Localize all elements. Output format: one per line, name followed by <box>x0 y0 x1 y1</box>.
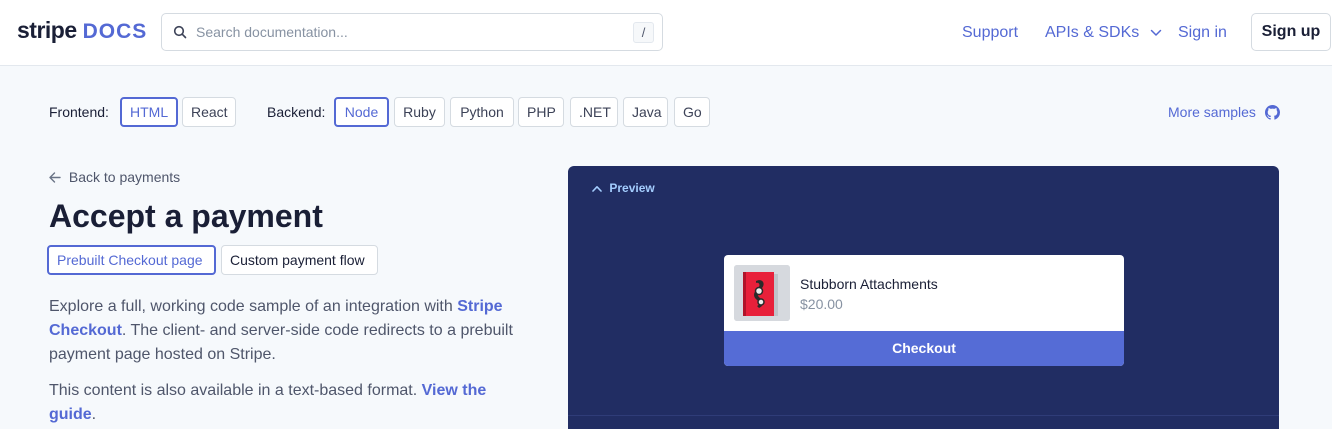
search-shortcut-key: / <box>633 22 654 43</box>
frontend-label: Frontend: <box>49 104 109 120</box>
nav-apis-dropdown[interactable]: APIs & SDKs <box>1045 23 1162 43</box>
text-format-paragraph: This content is also available in a text… <box>49 379 519 427</box>
backend-option-dotnet[interactable]: .NET <box>570 97 618 127</box>
frontend-option-html[interactable]: HTML <box>120 97 178 127</box>
backend-option-python[interactable]: Python <box>450 97 514 127</box>
logo-stripe-text: stripe <box>17 17 77 43</box>
text-format-text-2: . <box>91 406 97 423</box>
backend-label: Backend: <box>267 104 326 120</box>
back-link-label: Back to payments <box>68 169 181 185</box>
github-icon <box>1264 105 1280 120</box>
backend-option-ruby[interactable]: Ruby <box>394 97 445 127</box>
chevron-down-icon <box>1150 29 1161 36</box>
backend-option-go[interactable]: Go <box>674 97 710 127</box>
intro-paragraph: Explore a full, working code sample of a… <box>49 295 519 367</box>
tab-custom-payment-flow[interactable]: Custom payment flow <box>221 245 378 275</box>
top-header: stripe DOCS / Support APIs & SDKs Sign i… <box>0 0 1332 66</box>
preview-panel: Preview Stubborn Attachments $20.00 Chec… <box>568 166 1279 429</box>
stripe-docs-logo[interactable]: stripe DOCS <box>17 17 147 47</box>
search-box[interactable]: / <box>161 13 663 51</box>
product-image <box>734 265 790 321</box>
backend-option-php[interactable]: PHP <box>518 97 564 127</box>
search-input[interactable] <box>196 22 616 42</box>
preview-divider <box>568 415 1279 416</box>
chevron-up-icon <box>592 186 602 192</box>
tab-prebuilt-checkout[interactable]: Prebuilt Checkout page <box>47 245 216 275</box>
text-format-text-1: This content is also available in a text… <box>49 382 422 399</box>
intro-text-1: Explore a full, working code sample of a… <box>49 298 458 315</box>
arrow-left-icon <box>49 172 61 183</box>
product-price: $20.00 <box>800 296 843 312</box>
preview-label: Preview <box>609 181 655 195</box>
page-title: Accept a payment <box>49 198 323 234</box>
frontend-option-react[interactable]: React <box>182 97 236 127</box>
more-samples-label: More samples <box>1168 104 1256 120</box>
book-cover-icon <box>734 265 790 321</box>
nav-apis-label: APIs & SDKs <box>1045 24 1140 41</box>
backend-option-node[interactable]: Node <box>334 97 389 127</box>
nav-support-link[interactable]: Support <box>962 23 1018 43</box>
more-samples-link[interactable]: More samples <box>1168 103 1280 121</box>
preview-toggle[interactable]: Preview <box>592 180 655 196</box>
back-to-payments-link[interactable]: Back to payments <box>49 168 180 186</box>
nav-signin-link[interactable]: Sign in <box>1178 23 1227 43</box>
checkout-button[interactable]: Checkout <box>724 331 1124 366</box>
product-card: Stubborn Attachments $20.00 Checkout <box>724 255 1124 366</box>
logo-docs-text: DOCS <box>82 20 148 43</box>
product-name: Stubborn Attachments <box>800 276 938 292</box>
backend-option-java[interactable]: Java <box>623 97 668 127</box>
search-icon <box>173 25 187 39</box>
signup-button[interactable]: Sign up <box>1251 13 1331 51</box>
